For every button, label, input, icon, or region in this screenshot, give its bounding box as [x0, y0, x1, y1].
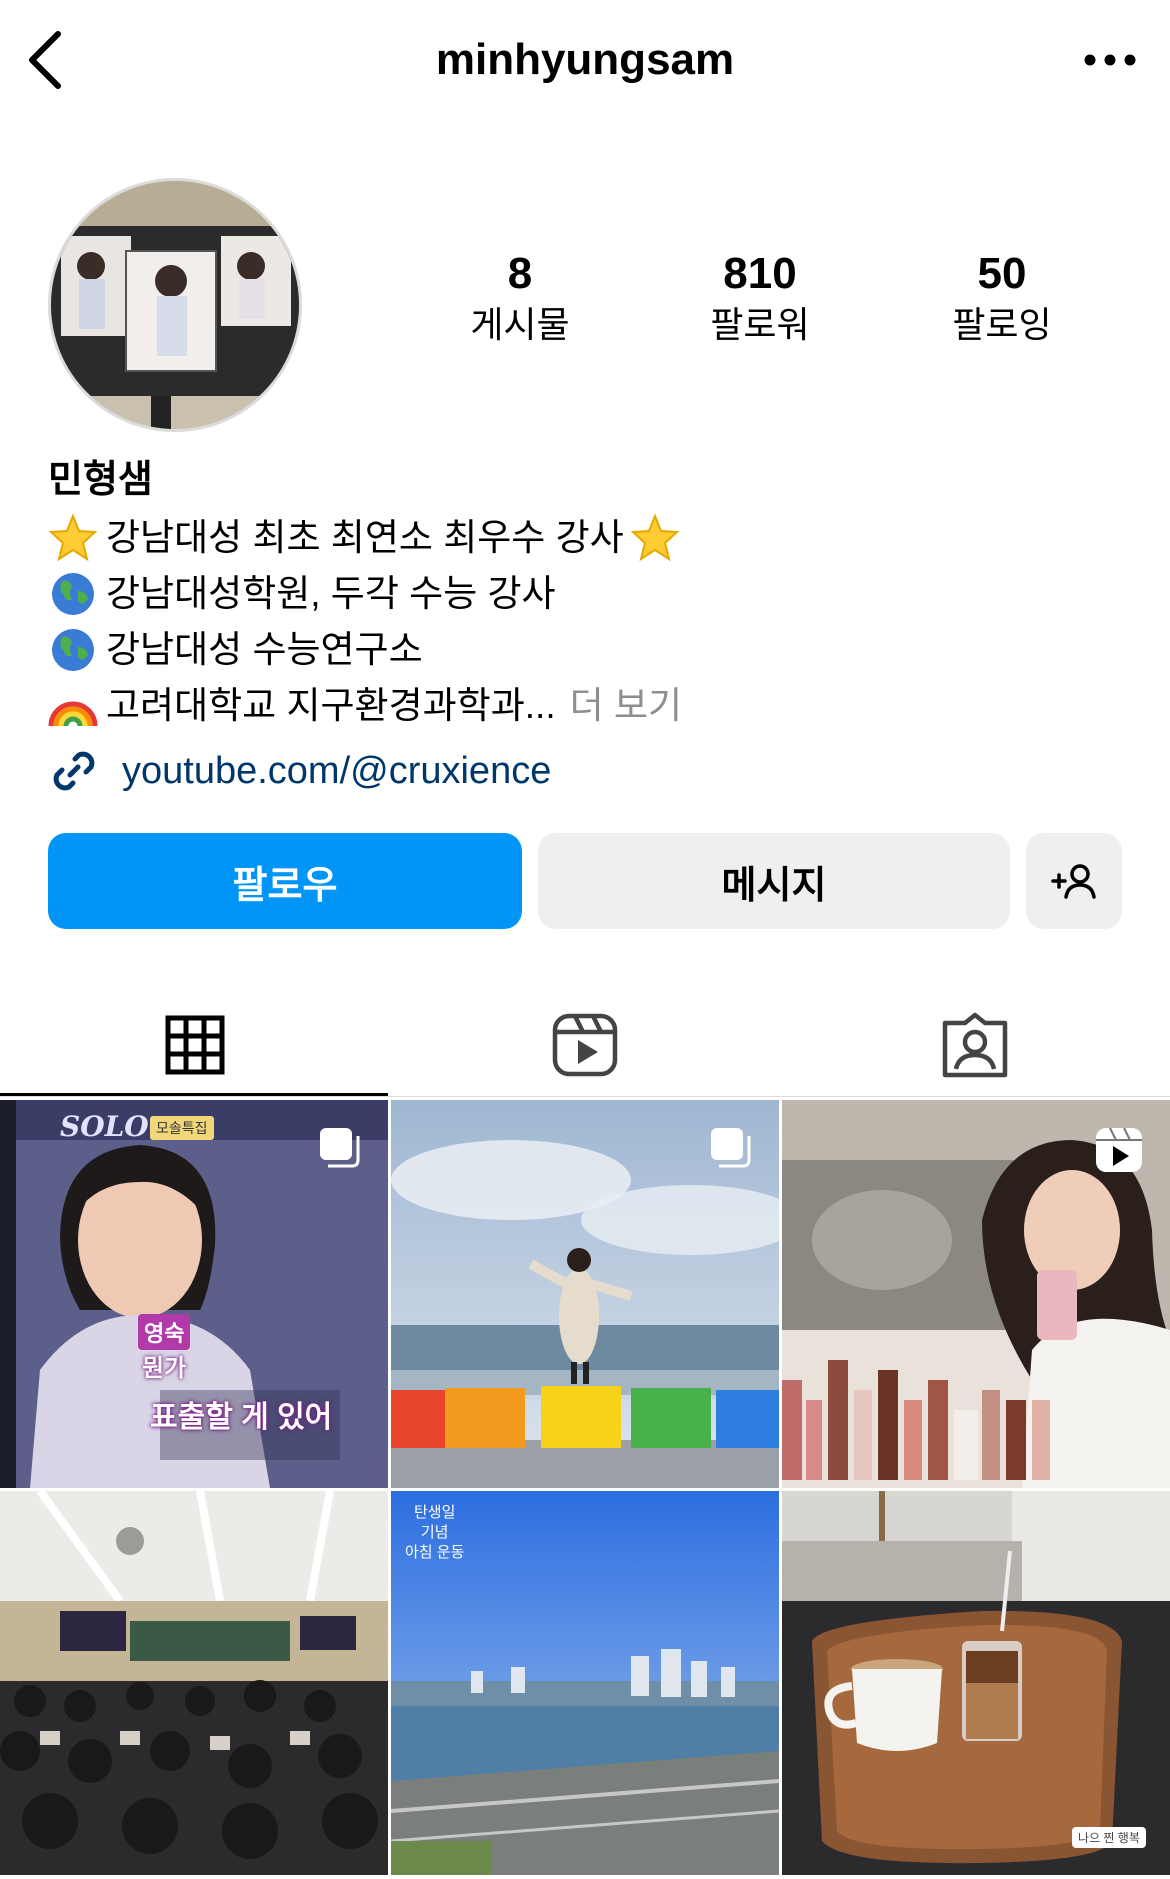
- bio: 강남대성 최초 최연소 최우수 강사 강남대성학원, 두각 수능 강사 강남대성…: [48, 510, 688, 734]
- profile-link[interactable]: youtube.com/@cruxience: [48, 745, 551, 797]
- tab-reels[interactable]: [390, 1000, 780, 1090]
- carousel-icon: [711, 1128, 751, 1168]
- tab-posts-grid[interactable]: [0, 1000, 390, 1090]
- post-thumbnail[interactable]: [782, 1100, 1170, 1488]
- stat-following-label: 팔로잉: [952, 304, 1052, 345]
- profile-username: minhyungsam: [435, 35, 735, 84]
- show-tag: 모솔특집: [150, 1116, 214, 1140]
- message-button[interactable]: 메시지: [538, 833, 1010, 929]
- stat-posts[interactable]: 8 게시물: [410, 248, 630, 348]
- globe-icon: [52, 629, 94, 671]
- bio-line: 강남대성 수능연구소: [48, 622, 688, 678]
- stat-following-value: 50: [977, 249, 1027, 298]
- post-image: [782, 1491, 1170, 1875]
- stat-following[interactable]: 50 팔로잉: [892, 248, 1112, 348]
- stat-followers-label: 팔로워: [710, 304, 810, 345]
- stat-followers-value: 810: [723, 249, 797, 298]
- bio-line-text: 고려대학교 지구환경과학과...: [106, 685, 556, 726]
- bio-line-text: 강남대성학원, 두각 수능 강사: [106, 573, 556, 614]
- tagged-person-icon: [942, 1012, 1008, 1078]
- stat-posts-value: 8: [507, 249, 533, 298]
- add-person-icon: [1051, 864, 1096, 899]
- rainbow-icon: [48, 701, 98, 727]
- tab-divider: [0, 1096, 1170, 1097]
- grid-icon: [165, 1015, 225, 1075]
- caption-line: 아침 운동: [405, 1544, 465, 1561]
- post-sticker: 나으 찐 행복: [1072, 1827, 1146, 1848]
- star-icon: [630, 513, 680, 562]
- more-options-button[interactable]: [1080, 50, 1140, 70]
- stat-posts-label: 게시물: [470, 304, 570, 345]
- bio-line: 강남대성 최초 최연소 최우수 강사: [48, 510, 688, 566]
- bio-line: 강남대성학원, 두각 수능 강사: [48, 566, 688, 622]
- profile-link-text: youtube.com/@cruxience: [122, 749, 552, 792]
- suggested-users-button[interactable]: [1026, 833, 1122, 929]
- star-icon: [48, 513, 98, 562]
- carousel-icon: [320, 1128, 360, 1168]
- subtitle-line-2: 표출할 게 있어: [150, 1401, 333, 1434]
- bio-more-link[interactable]: 더 보기: [570, 678, 682, 734]
- bio-line-text: 강남대성 수능연구소: [106, 629, 423, 670]
- follow-button[interactable]: 팔로우: [48, 833, 522, 929]
- avatar-image: [51, 181, 299, 429]
- post-thumbnail[interactable]: 나으 찐 행복: [782, 1491, 1170, 1879]
- post-thumbnail[interactable]: [391, 1100, 779, 1488]
- subtitle-line-1: 뭔가: [142, 1355, 187, 1382]
- post-thumbnail[interactable]: 탄생일 기념 아침 운동: [391, 1491, 779, 1879]
- post-image: [0, 1491, 388, 1875]
- avatar[interactable]: [48, 178, 302, 432]
- more-icon: [1084, 54, 1136, 66]
- caption-line: 기념: [420, 1524, 449, 1541]
- globe-icon: [52, 573, 94, 615]
- post-thumbnail[interactable]: SOLO 모솔특집 영숙 뭔가 표출할 게 있어: [0, 1100, 388, 1488]
- stat-followers[interactable]: 810 팔로워: [650, 248, 870, 348]
- link-icon: [53, 751, 95, 791]
- bio-line-text: 강남대성 최초 최연소 최우수 강사: [106, 517, 624, 558]
- caption-line: 탄생일: [413, 1504, 456, 1521]
- reel-badge-icon: [1096, 1127, 1142, 1172]
- bio-line: 고려대학교 지구환경과학과... 더 보기: [48, 678, 688, 734]
- post-caption-overlay: 탄생일 기념 아침 운동: [405, 1503, 464, 1563]
- tab-tagged[interactable]: [780, 1000, 1170, 1090]
- post-thumbnail[interactable]: [0, 1491, 388, 1879]
- active-tab-indicator: [0, 1093, 388, 1096]
- subtitle-name: 영숙: [138, 1314, 191, 1350]
- profile-name: 민형샘: [48, 459, 153, 501]
- show-logo: SOLO: [60, 1110, 149, 1143]
- reels-icon: [552, 1013, 618, 1077]
